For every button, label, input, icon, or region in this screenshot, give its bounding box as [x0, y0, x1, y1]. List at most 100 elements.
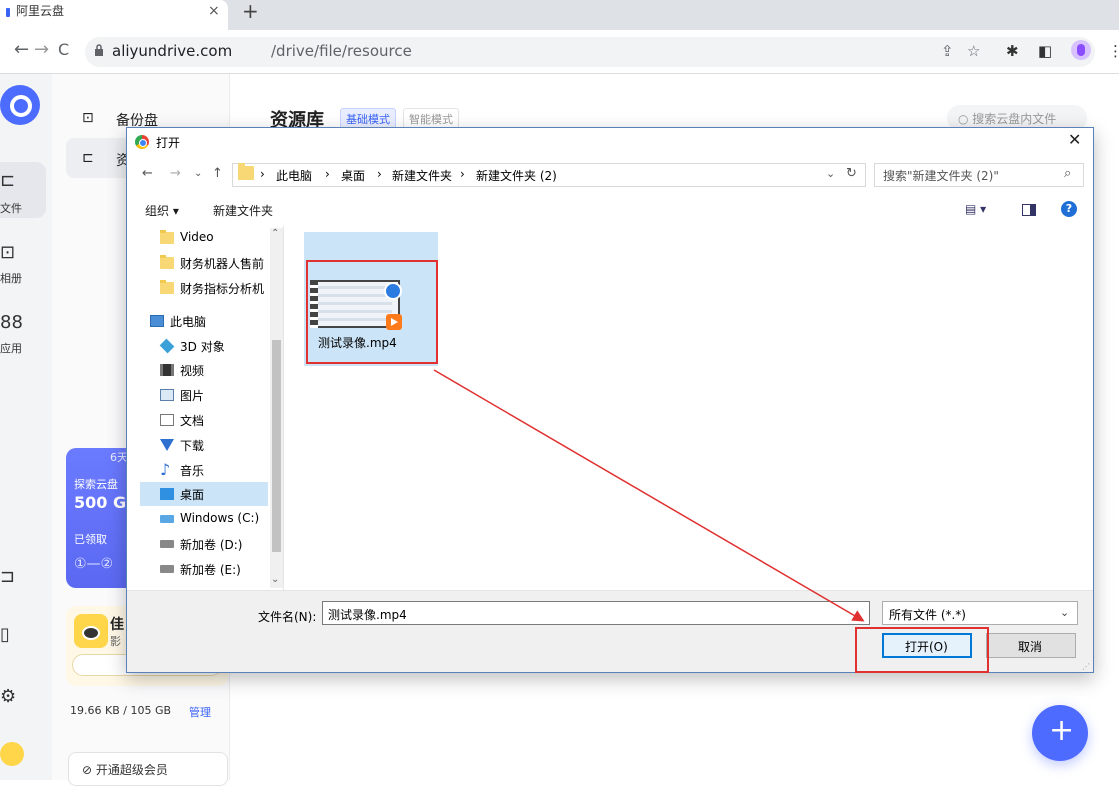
resize-grip-icon[interactable]: ⋰: [1082, 662, 1090, 671]
promo-size: 500 G: [74, 493, 127, 512]
crumb-this-pc[interactable]: 此电脑: [276, 167, 312, 184]
url-host: aliyundrive.com: [112, 42, 233, 60]
rail-album-label: 相册: [0, 272, 22, 285]
share-icon[interactable]: ⇪: [941, 42, 954, 60]
annotation-box-open: [855, 627, 989, 673]
nav-item-drive-d[interactable]: 新加卷 (D:): [140, 532, 268, 556]
partner-title: 佳: [110, 617, 124, 633]
folder-icon: [238, 163, 254, 180]
nav-scrollbar-thumb[interactable]: [272, 340, 281, 552]
storage-manage-link[interactable]: 管理: [189, 704, 211, 720]
sidepanel-icon[interactable]: ◧: [1038, 42, 1052, 60]
rail-apps-label: 应用: [0, 342, 22, 355]
tab-title: 阿里云盘: [16, 4, 65, 18]
avatar[interactable]: [0, 742, 24, 766]
nav-item-desktop[interactable]: 桌面: [140, 482, 268, 506]
crumb-sep: ›: [260, 167, 265, 181]
filename-value: 测试录像.mp4: [328, 608, 407, 622]
crumb-sep: ›: [460, 167, 465, 181]
folder-icon: [160, 255, 174, 269]
chevron-down-icon: ⌄: [1060, 606, 1070, 619]
nav-item-finance-analysis[interactable]: 财务指标分析机: [140, 276, 268, 300]
dialog-titlebar[interactable]: [126, 127, 1094, 157]
resource-drive-icon: ⊏: [82, 150, 94, 166]
desktop-icon: [160, 488, 174, 500]
windows-drive-icon: [160, 515, 174, 523]
crumb-new-folder[interactable]: 新建文件夹: [392, 167, 452, 184]
back-icon[interactable]: ←: [14, 40, 29, 60]
back-icon[interactable]: ←: [142, 166, 153, 182]
nav-item-documents[interactable]: 文档: [140, 408, 268, 432]
download-icon: [160, 439, 174, 451]
nav-item-video[interactable]: Video: [140, 226, 268, 250]
promo-steps: ①—②: [74, 556, 114, 572]
crumb-desktop[interactable]: 桌面: [341, 167, 365, 184]
dialog-title: 打开: [156, 136, 181, 150]
nav-item-downloads[interactable]: 下载: [140, 433, 268, 457]
nav-item-this-pc[interactable]: 此电脑: [130, 309, 258, 333]
apps-icon[interactable]: 88: [0, 312, 23, 333]
profile-icon[interactable]: [1071, 40, 1091, 60]
dialog-close-button[interactable]: ✕: [1068, 130, 1081, 150]
promo-title: 探索云盘: [74, 478, 118, 491]
document-icon: [160, 414, 174, 426]
menu-icon[interactable]: ⋮: [1108, 42, 1119, 60]
promo-claimed: 已领取: [74, 533, 107, 546]
new-tab-button[interactable]: +: [242, 0, 259, 22]
aliyun-logo-icon[interactable]: [0, 85, 40, 125]
recent-dropdown-icon[interactable]: ⌄: [194, 166, 202, 182]
planet-icon: ⊘: [82, 763, 96, 777]
nav-item-music[interactable]: ♪ 音乐: [140, 458, 268, 482]
nav-item-pictures[interactable]: 图片: [140, 383, 268, 407]
tv-icon[interactable]: ⊐: [0, 566, 15, 587]
forward-icon[interactable]: →: [34, 40, 49, 60]
search-icon[interactable]: ⌕: [1064, 166, 1071, 182]
folder-icon: ⊏: [0, 170, 16, 191]
refresh-icon[interactable]: ↻: [846, 166, 857, 182]
nav-item-3d-objects[interactable]: 3D 对象: [140, 334, 268, 358]
scroll-up-icon[interactable]: ⌃: [271, 228, 279, 239]
organize-menu[interactable]: 组织 ▾: [145, 202, 179, 219]
scroll-down-icon[interactable]: ⌄: [271, 574, 279, 585]
picture-icon: [160, 389, 174, 401]
annotation-box-file: [306, 260, 438, 364]
url-path: /drive/file/resource: [271, 42, 412, 60]
pc-icon: [150, 315, 164, 327]
help-icon[interactable]: ?: [1061, 201, 1077, 217]
rail-file-label: 文件: [0, 202, 22, 215]
path-dropdown-icon[interactable]: ⌄: [826, 166, 835, 182]
chrome-icon: [135, 135, 149, 149]
crumb-new-folder-2[interactable]: 新建文件夹 (2): [476, 167, 557, 184]
preview-pane-icon[interactable]: [1022, 204, 1036, 216]
settings-icon[interactable]: ⚙: [0, 686, 16, 707]
phone-icon[interactable]: ▯: [0, 624, 10, 645]
reload-icon[interactable]: C: [58, 40, 69, 60]
filename-label: 文件名(N):: [258, 610, 317, 624]
tab-close-button[interactable]: ×: [208, 3, 220, 19]
music-icon: ♪: [160, 460, 171, 479]
nav-item-drive-c[interactable]: Windows (C:): [140, 507, 268, 531]
cancel-button-label: 取消: [1018, 640, 1043, 654]
up-icon[interactable]: ↑: [212, 166, 223, 182]
crumb-sep: ›: [377, 167, 382, 181]
folder-search-placeholder: 搜索"新建文件夹 (2)": [883, 169, 999, 183]
forward-icon[interactable]: →: [170, 166, 181, 182]
nav-item-videos[interactable]: 视频: [140, 358, 268, 382]
plus-icon: +: [1049, 713, 1075, 748]
cube-icon: [159, 338, 175, 354]
star-icon[interactable]: ☆: [967, 42, 980, 60]
sync-folder-icon: [160, 280, 174, 294]
drive-icon: [160, 565, 174, 573]
nav-item-finance-robot[interactable]: 财务机器人售前: [140, 251, 268, 275]
file-type-value: 所有文件 (*.*): [889, 608, 966, 622]
new-folder-button[interactable]: 新建文件夹: [213, 202, 273, 219]
lock-icon: [95, 44, 103, 56]
extension-icon[interactable]: ✱: [1006, 42, 1019, 60]
aliyun-favicon-icon: [6, 8, 10, 17]
folder-icon: [160, 230, 174, 244]
nav-item-drive-e[interactable]: 新加卷 (E:): [140, 557, 268, 581]
backup-drive-icon: ⊡: [82, 110, 94, 126]
partner-subtitle: 影: [110, 635, 121, 648]
view-options-icon[interactable]: ▤ ▾: [965, 202, 986, 216]
album-icon[interactable]: ⊡: [0, 242, 15, 263]
